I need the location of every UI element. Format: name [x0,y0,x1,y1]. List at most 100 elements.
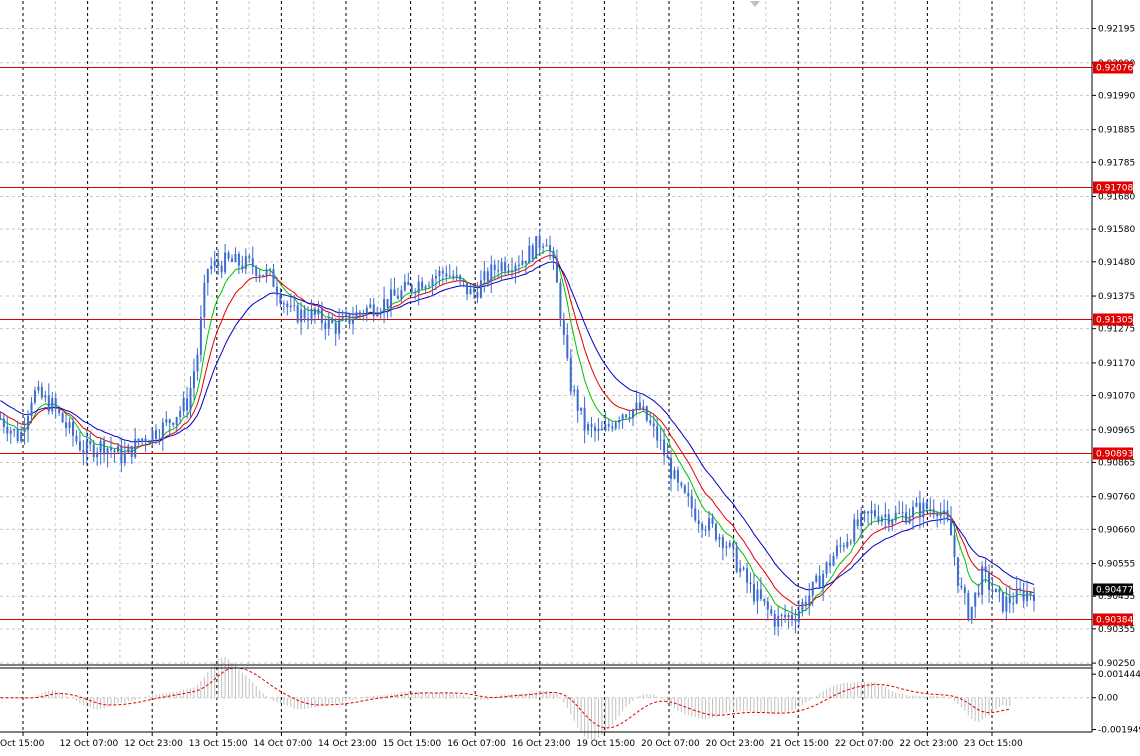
candle-body [943,510,946,514]
candle-body [127,445,130,453]
candle-body [825,562,828,574]
price-tick-label: 0.91275 [1098,325,1135,335]
candle-body [2,418,5,427]
candle-body [511,270,514,272]
candle-body [334,322,337,334]
candle-body [974,592,977,607]
candle-body [1015,588,1018,604]
candle-body [497,270,500,272]
candle-body [130,445,133,458]
price-tick-label: 0.90660 [1098,525,1135,535]
candle-body [524,260,527,264]
candle-body [746,568,749,583]
time-tick-label: 13 Oct 15:00 [189,739,248,749]
time-tick-label: 22 Oct 23:00 [899,739,958,749]
candle-body [33,390,36,403]
candle-body [1005,596,1008,612]
candle-body [47,395,50,412]
candle-body [58,408,61,414]
time-tick-label: Oct 15:00 [0,739,45,749]
level-price-label: 0.90384 [1096,616,1133,626]
candle-body [428,285,431,287]
candle-body [870,510,873,514]
candle-body [607,424,610,427]
candle-body [213,260,216,266]
candle-body [179,410,182,418]
candle-body [96,452,99,458]
candle-body [320,308,323,323]
candle-body [559,282,562,321]
candle-body [849,541,852,543]
candle-body [383,299,386,312]
candle-body [338,320,341,334]
candle-body [932,509,935,515]
candle-body [732,542,735,548]
candle-body [116,446,119,453]
candle-body [424,286,427,289]
candle-body [759,589,762,599]
candle-body [991,590,994,592]
candle-body [224,252,227,273]
candle-body [158,438,161,440]
candle-body [472,288,475,293]
candle-body [690,496,693,509]
candle-body [908,517,911,523]
candle-body [327,318,330,329]
candle-body [27,416,30,430]
candle-body [16,429,19,442]
candle-body [237,253,240,266]
candle-body [220,265,223,273]
candle-body [787,615,790,618]
candle-body [40,386,43,398]
candle-body [341,315,344,321]
candle-body [469,288,472,295]
candle-body [154,430,157,439]
candle-body [573,389,576,392]
candle-body [977,592,980,595]
candle-body [922,502,925,518]
candle-body [566,334,569,358]
candle-body [355,312,358,320]
candle-body [324,322,327,329]
candle-body [269,269,272,271]
candle-body [604,424,607,431]
candle-body [203,282,206,318]
time-tick-label: 14 Oct 23:00 [318,739,377,749]
chart-canvas[interactable]: 0.921950.920900.919900.918850.917850.916… [0,0,1140,756]
candle-body [110,448,113,451]
price-tick-label: 0.91480 [1098,258,1135,268]
candle-body [192,371,195,389]
candle-body [1012,603,1015,605]
candle-body [939,513,942,517]
candle-body [638,402,641,409]
time-tick-label: 20 Oct 07:00 [641,739,700,749]
time-tick-label: 12 Oct 07:00 [60,739,119,749]
candle-body [549,245,552,251]
candle-body [562,320,565,335]
candle-body [725,546,728,548]
level-price-label: 0.91708 [1096,184,1133,194]
candle-body [621,414,624,421]
candle-body [950,519,953,536]
time-tick-label: 23 Oct 15:00 [964,739,1023,749]
candle-body [255,266,258,276]
candle-body [891,520,894,525]
price-tick-label: 0.91375 [1098,292,1135,302]
candle-body [528,245,531,264]
candle-body [134,438,137,458]
candle-body [673,470,676,479]
candle-body [182,398,185,411]
candle-body [912,506,915,518]
candle-body [676,470,679,483]
candle-body [120,446,123,464]
price-tick-label: 0.91580 [1098,225,1135,235]
candle-body [85,441,88,455]
time-tick-label: 14 Oct 07:00 [253,739,312,749]
candle-body [113,450,116,453]
candle-body [196,354,199,372]
candle-body [756,589,759,602]
candle-body [988,571,991,591]
candle-body [148,441,151,443]
candle-body [258,274,261,276]
candle-body [618,420,621,423]
